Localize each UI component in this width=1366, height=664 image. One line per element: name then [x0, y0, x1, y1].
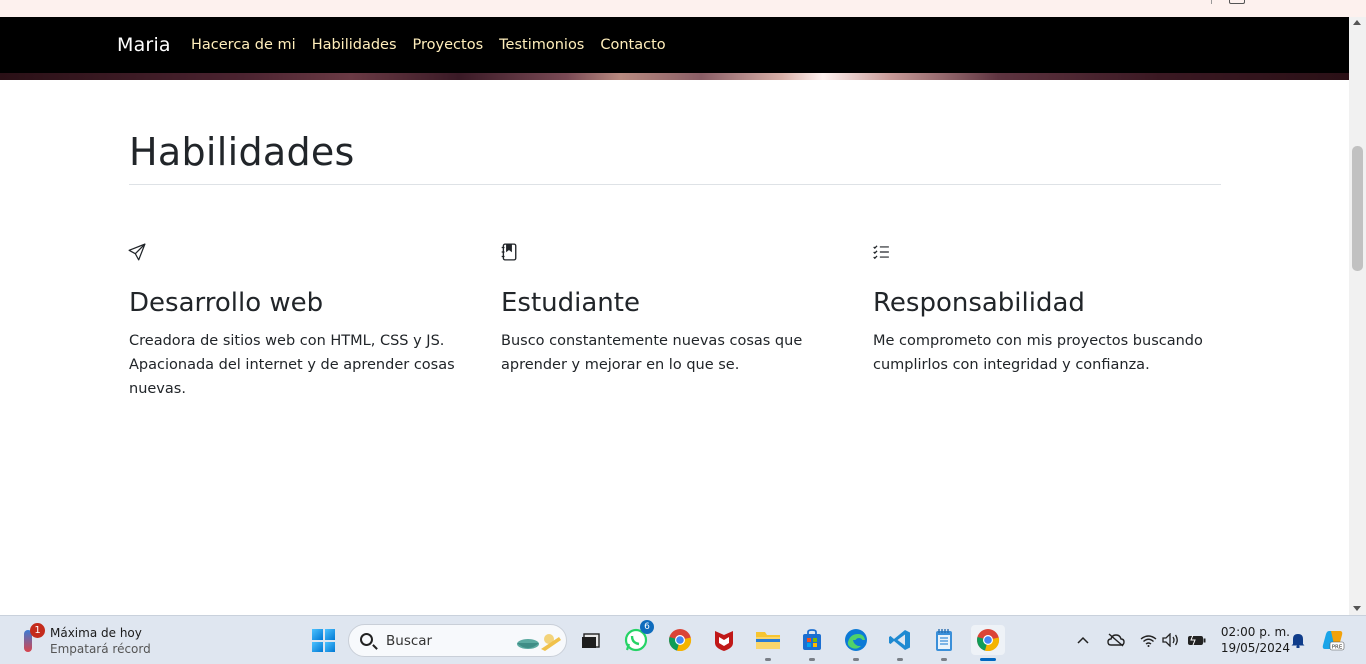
wifi-icon[interactable]: [1139, 628, 1157, 652]
weather-badge: 1: [30, 623, 45, 638]
skill-card-student: Estudiante Busco constantemente nuevas c…: [501, 243, 846, 377]
cloud-off-icon[interactable]: [1106, 628, 1126, 652]
skill-text: Creadora de sitios web con HTML, CSS y J…: [129, 333, 455, 397]
nav-link-about[interactable]: Hacerca de mi: [191, 37, 296, 53]
skill-title: Responsabilidad: [873, 288, 1085, 318]
page-viewport: Maria Hacerca de mi Habilidades Proyecto…: [0, 17, 1349, 615]
search-highlight-icon: [517, 634, 561, 651]
mcafee-icon[interactable]: [709, 625, 739, 655]
browser-top-strip: [0, 0, 1366, 17]
nav-link-contact[interactable]: Contacto: [600, 37, 665, 53]
clock-time: 02:00 p. m.: [1220, 625, 1290, 639]
chrome-active-icon[interactable]: [971, 625, 1005, 661]
nav-links: Hacerca de mi Habilidades Proyectos Test…: [191, 37, 666, 53]
search-icon: [360, 633, 373, 646]
start-button[interactable]: [312, 629, 335, 652]
folder-icon[interactable]: [753, 625, 783, 661]
bell-icon[interactable]: [1289, 628, 1307, 652]
clock-date: 19/05/2024: [1220, 641, 1290, 655]
journal-bookmark-icon: [501, 243, 517, 261]
navbar-brand[interactable]: Maria: [117, 34, 171, 56]
skill-title: Estudiante: [501, 288, 640, 318]
taskbar-search[interactable]: Buscar: [348, 624, 567, 657]
taskbar-clock[interactable]: 02:00 p. m. 19/05/2024: [1214, 624, 1290, 656]
list-check-icon: [873, 245, 889, 260]
taskbar: 1 Máxima de hoy Empatará récord Buscar 6: [0, 615, 1366, 664]
toolbar-separator: [1211, 0, 1212, 4]
skill-title: Desarrollo web: [129, 288, 324, 318]
send-icon: [128, 243, 146, 261]
scroll-up-arrow-icon[interactable]: [1353, 20, 1361, 25]
skill-card-responsibility: Responsabilidad Me comprometo con mis pr…: [873, 243, 1218, 377]
whatsapp-badge: 6: [640, 620, 654, 634]
nav-link-projects[interactable]: Proyectos: [413, 37, 484, 53]
edge-icon[interactable]: [841, 625, 871, 661]
svg-text:PRE: PRE: [1332, 645, 1343, 651]
file-manager-icon[interactable]: [576, 625, 606, 655]
copilot-icon[interactable]: PRE: [1320, 628, 1346, 652]
hero-image-edge: [0, 73, 1349, 80]
weather-title: Máxima de hoy: [50, 626, 142, 640]
skill-text: Me comprometo con mis proyectos buscando…: [873, 333, 1203, 373]
scroll-down-arrow-icon[interactable]: [1353, 606, 1361, 611]
skill-text: Busco constantemente nuevas cosas que ap…: [501, 333, 803, 373]
tab-icon[interactable]: [1229, 0, 1245, 4]
search-placeholder: Buscar: [386, 633, 433, 649]
navbar: Maria Hacerca de mi Habilidades Proyecto…: [0, 17, 1349, 73]
scroll-thumb[interactable]: [1352, 146, 1363, 271]
weather-widget[interactable]: 1 Máxima de hoy Empatará récord: [18, 622, 158, 660]
battery-icon[interactable]: [1186, 628, 1206, 652]
section-title: Habilidades: [129, 130, 355, 174]
chrome-icon[interactable]: [665, 625, 695, 655]
nav-link-testimonials[interactable]: Testimonios: [499, 37, 584, 53]
nav-link-skills[interactable]: Habilidades: [312, 37, 397, 53]
page-scrollbar[interactable]: [1349, 17, 1366, 615]
notepad-icon[interactable]: [929, 625, 959, 661]
weather-subtitle: Empatará récord: [50, 642, 151, 656]
whatsapp-icon[interactable]: 6: [621, 620, 654, 655]
title-divider: [129, 184, 1221, 185]
chevron-up-icon[interactable]: [1076, 628, 1090, 652]
vscode-icon[interactable]: [885, 625, 915, 661]
skill-card-web: Desarrollo web Creadora de sitios web co…: [128, 243, 474, 401]
store-icon[interactable]: [797, 625, 827, 661]
volume-icon[interactable]: [1162, 628, 1180, 652]
